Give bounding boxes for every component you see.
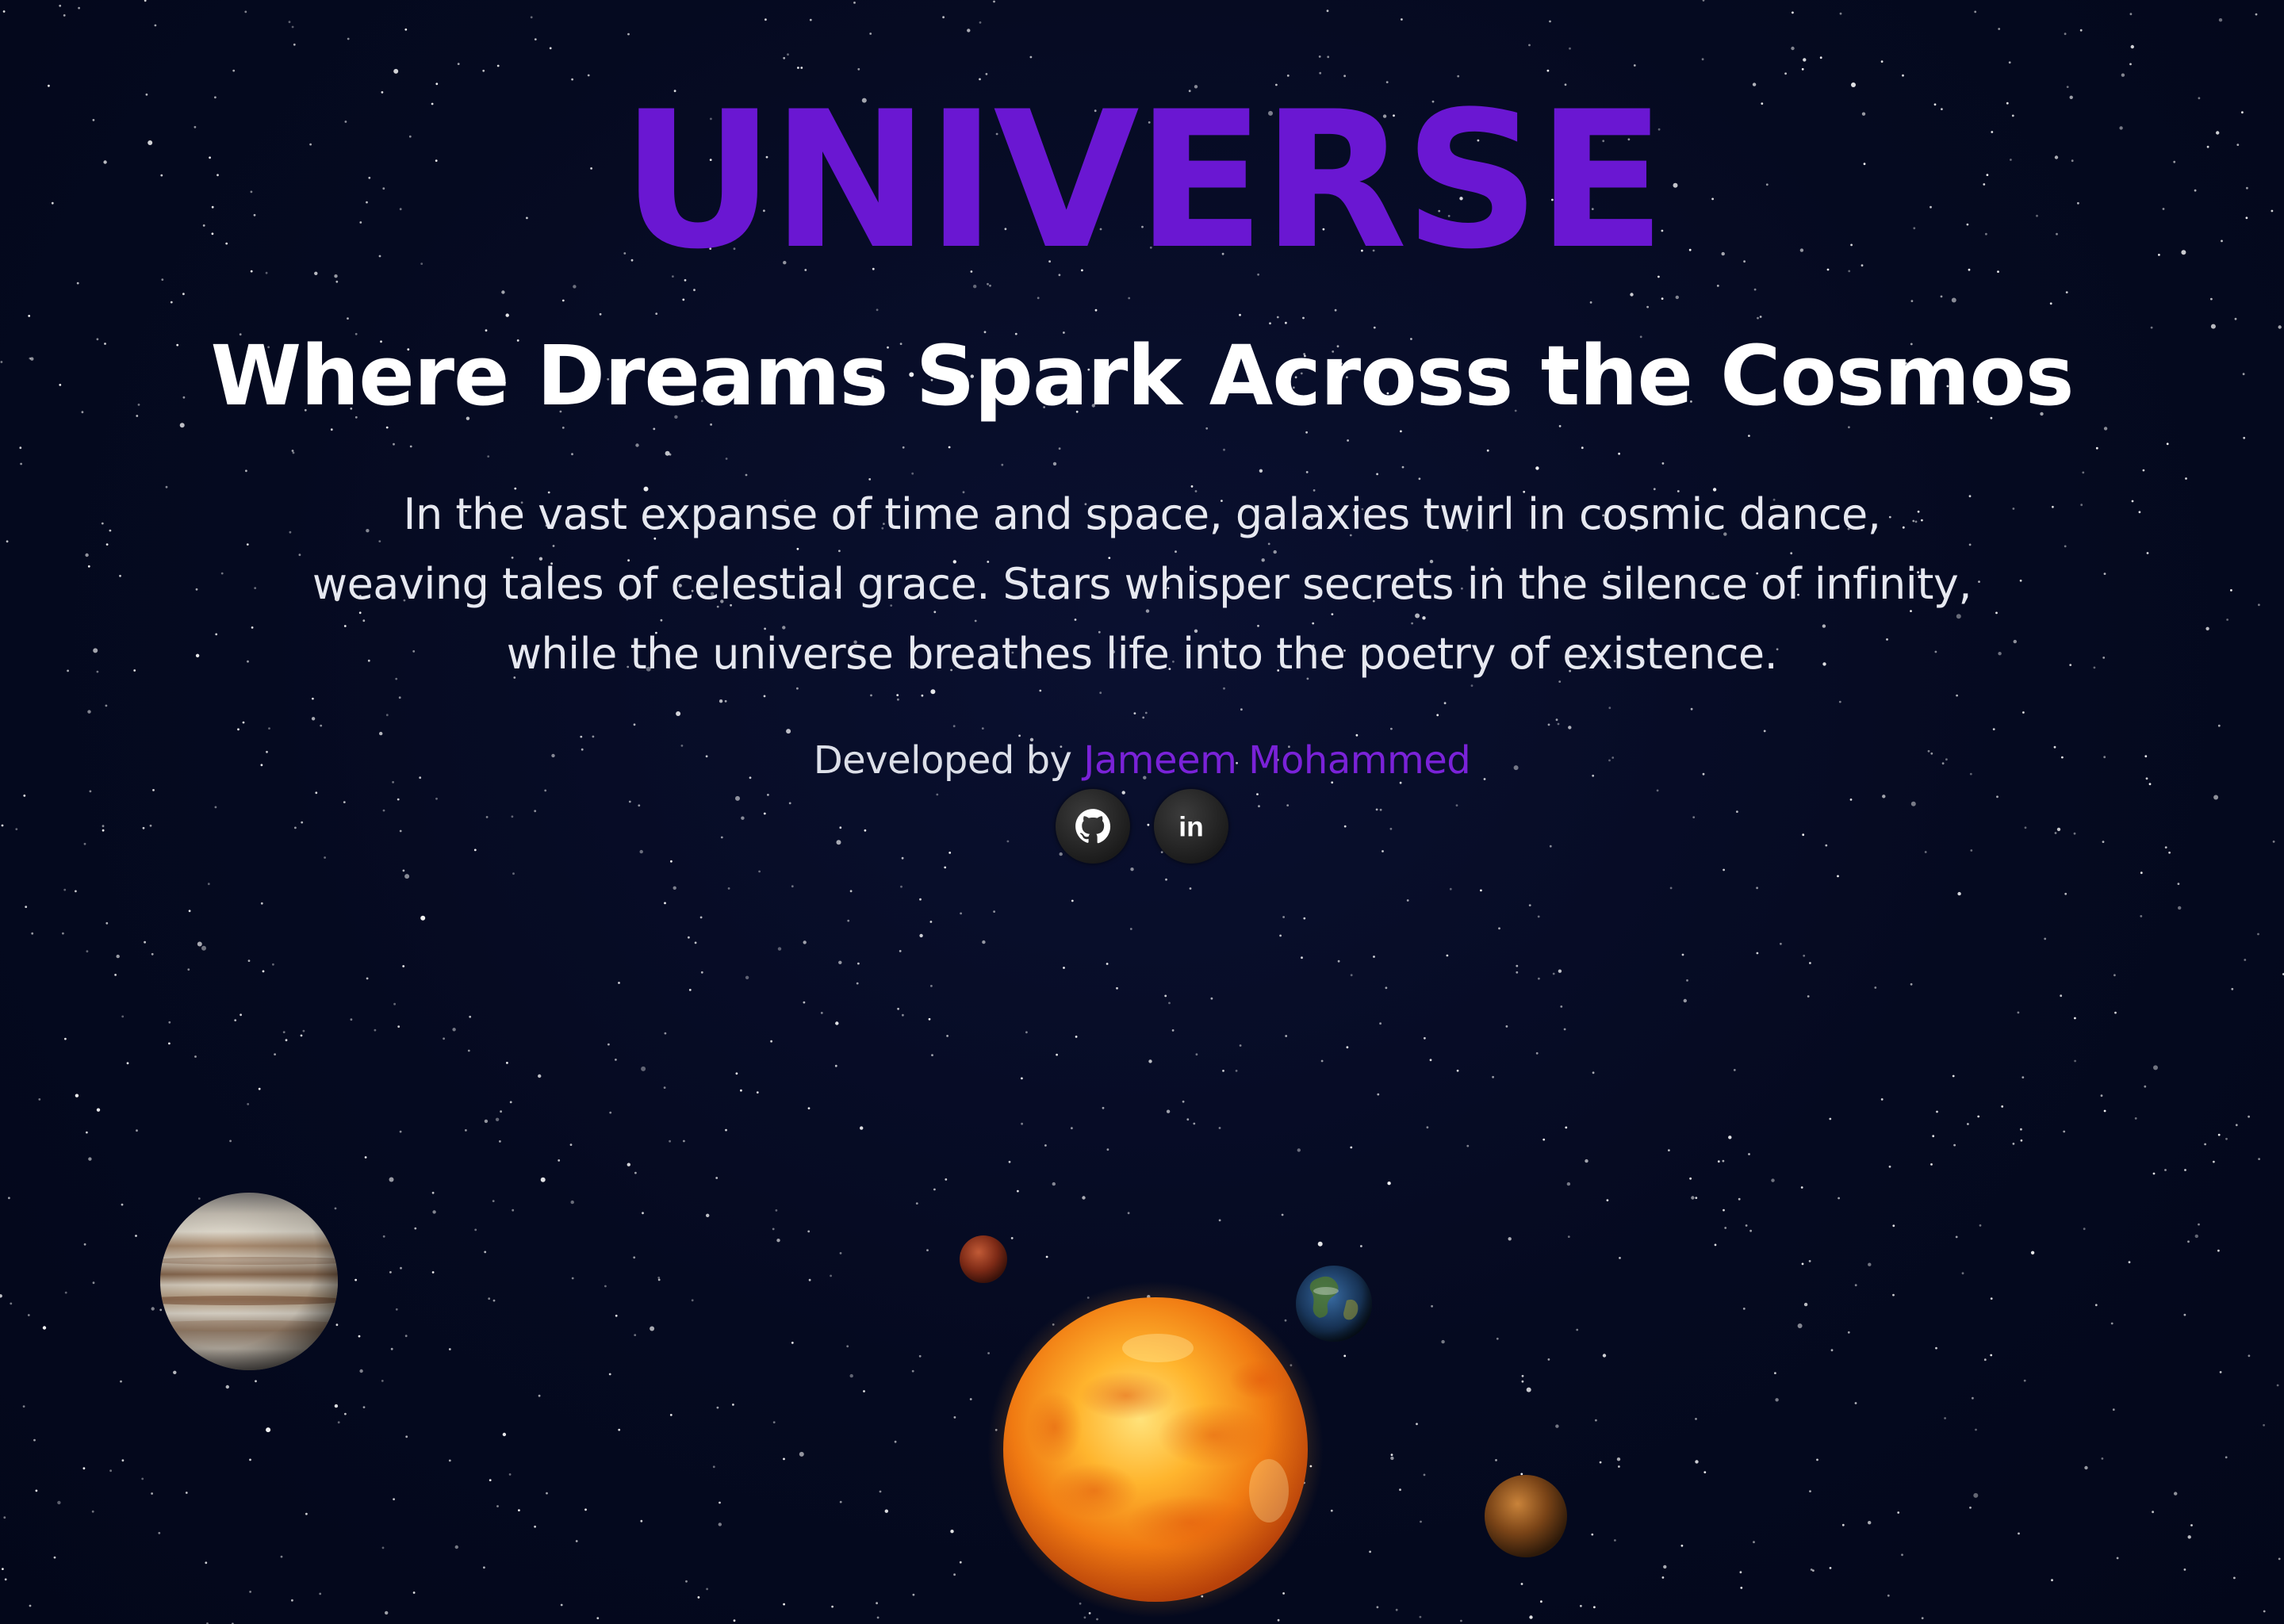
page-subtitle: Where Dreams Spark Across the Cosmos xyxy=(210,327,2074,424)
linkedin-icon: in xyxy=(1178,811,1203,843)
linkedin-button[interactable]: in xyxy=(1154,789,1228,864)
sun xyxy=(987,1281,1324,1618)
mars-planet xyxy=(960,1235,1007,1283)
svg-text:in: in xyxy=(1178,811,1203,843)
developer-credit: Developed by Jameem Mohammed xyxy=(0,733,2284,788)
page-title: UNIVERSE xyxy=(621,71,1665,291)
mercury-planet xyxy=(1485,1475,1567,1557)
author-link[interactable]: Jameem Mohammed xyxy=(1083,738,1471,783)
github-icon xyxy=(1075,809,1111,844)
jupiter-planet xyxy=(160,1193,338,1370)
page: UNIVERSE Where Dreams Spark Across the C… xyxy=(0,0,2284,1624)
hero-description: In the vast expanse of time and space, g… xyxy=(312,489,1972,679)
earth-planet xyxy=(1296,1266,1372,1342)
credit-prefix: Developed by xyxy=(813,738,1072,783)
github-button[interactable] xyxy=(1056,789,1130,864)
social-links: in xyxy=(0,789,2284,864)
